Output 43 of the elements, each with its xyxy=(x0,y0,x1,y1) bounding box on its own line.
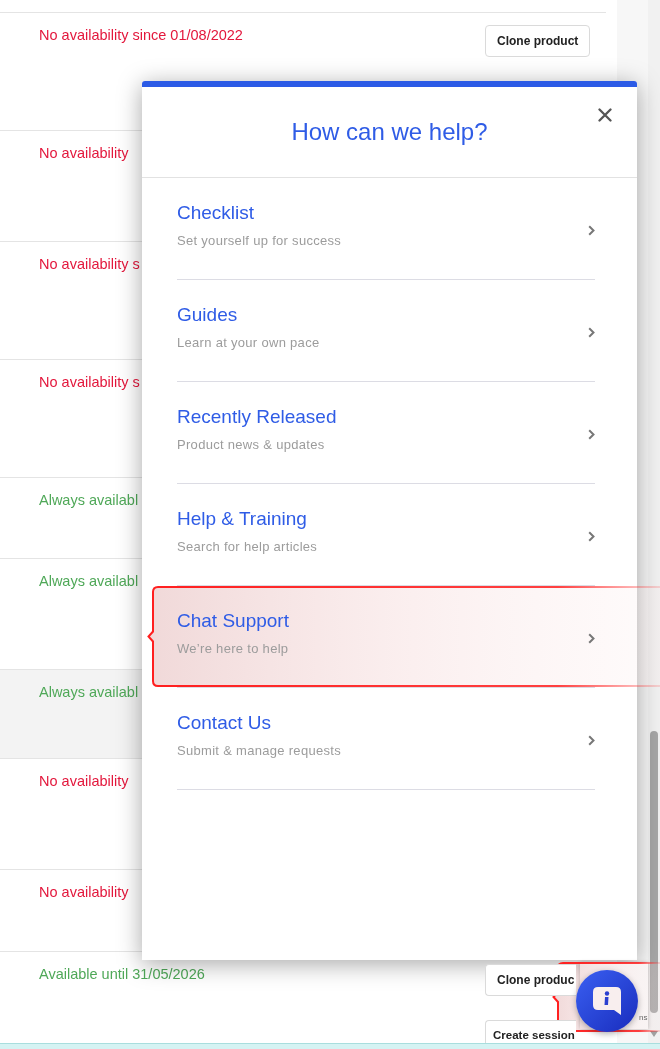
availability-status: Always availabl xyxy=(39,572,139,591)
item-subtitle: Learn at your own pace xyxy=(177,334,320,352)
chevron-right-icon xyxy=(588,429,595,440)
item-subtitle: Submit & manage requests xyxy=(177,742,341,760)
availability-status: Available until 31/05/2026 xyxy=(39,965,205,984)
panel-title: How can we help? xyxy=(291,117,488,147)
close-button[interactable] xyxy=(598,108,612,122)
action-button[interactable]: Create session xyxy=(485,1020,576,1043)
availability-status: No availability since 01/08/2022 xyxy=(39,26,243,45)
scroll-down-arrow-icon[interactable] xyxy=(650,1031,658,1037)
help-menu-item[interactable]: Chat Support We’re here to help xyxy=(147,586,660,687)
availability-status: No availability s xyxy=(39,373,140,392)
help-menu-item[interactable]: Help & Training Search for help articles xyxy=(177,484,595,585)
close-icon xyxy=(598,108,612,122)
help-menu-item[interactable]: Checklist Set yourself up for success xyxy=(177,178,595,279)
action-button[interactable]: Clone product xyxy=(485,25,591,57)
item-title: Contact Us xyxy=(177,711,271,735)
item-subtitle: Set yourself up for success xyxy=(177,232,342,250)
availability-status: Always availabl xyxy=(39,491,139,510)
action-button[interactable]: Clone produc xyxy=(485,964,576,996)
item-subtitle: We’re here to help xyxy=(177,640,289,658)
help-menu-item[interactable]: Contact Us Submit & manage requests xyxy=(177,688,595,789)
item-title: Guides xyxy=(177,303,238,327)
badge-text: ns xyxy=(639,1013,648,1023)
availability-status: No availability xyxy=(39,772,129,791)
help-menu-item[interactable]: Guides Learn at your own pace xyxy=(177,280,595,381)
availability-status: Always availabl xyxy=(39,683,139,702)
item-title: Checklist xyxy=(177,201,255,225)
availability-status: No availability xyxy=(39,883,129,902)
help-menu-item[interactable]: Recently Released Product news & updates xyxy=(177,382,595,483)
chevron-right-icon xyxy=(588,327,595,338)
chevron-right-icon xyxy=(588,735,595,746)
chevron-right-icon xyxy=(588,225,595,236)
item-title: Chat Support xyxy=(177,609,289,633)
info-bubble-icon xyxy=(592,986,622,1016)
item-title: Help & Training xyxy=(177,507,307,531)
chevron-right-icon xyxy=(588,633,595,644)
item-subtitle: Search for help articles xyxy=(177,538,318,556)
chevron-right-icon xyxy=(588,531,595,542)
item-subtitle: Product news & updates xyxy=(177,436,325,454)
availability-status: No availability xyxy=(39,144,129,163)
availability-status: No availability s xyxy=(39,255,140,274)
item-title: Recently Released xyxy=(177,405,337,429)
